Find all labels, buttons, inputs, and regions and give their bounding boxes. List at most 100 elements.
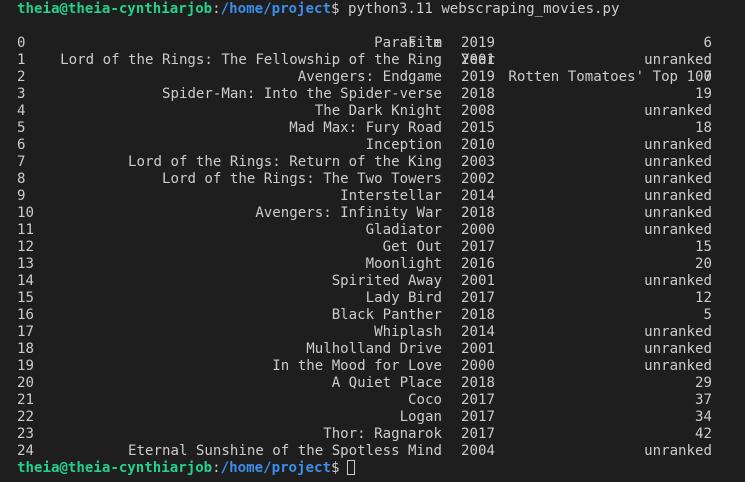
row-film: Interstellar: [340, 188, 442, 204]
table-row: 0 Parasite 2019 6: [17, 35, 717, 52]
table-row: 14 Spirited Away 2001 unranked: [17, 273, 717, 290]
row-film: Lord of the Rings: Return of the King: [128, 154, 442, 170]
row-top100: 18: [695, 120, 712, 136]
row-film: Mad Max: Fury Road: [289, 120, 442, 136]
row-top100: unranked: [644, 188, 712, 204]
table-row: 8 Lord of the Rings: The Two Towers 2002 un…: [17, 171, 717, 188]
row-film: Get Out: [382, 239, 442, 255]
row-top100: 37: [695, 392, 712, 408]
row-film: Whiplash: [374, 324, 442, 340]
row-top100: 20: [695, 256, 712, 272]
row-year: 2017: [461, 239, 495, 255]
row-year: 2018: [461, 86, 495, 102]
row-year: 2016: [461, 256, 495, 272]
prompt-separator: :: [212, 460, 221, 476]
row-year: 2001: [461, 273, 495, 289]
command-prompt-line: theia@theia-cynthiarjob:/home/project$ p…: [17, 1, 620, 18]
row-year: 2017: [461, 392, 495, 408]
prompt-separator: :: [212, 1, 221, 17]
prompt-symbol: $: [330, 460, 340, 476]
row-film: Spider-Man: Into the Spider-verse: [161, 86, 442, 102]
text-cursor[interactable]: [347, 460, 356, 475]
row-top100: unranked: [644, 324, 712, 340]
terminal-panel[interactable]: theia@theia-cynthiarjob:/home/project$ p…: [0, 0, 745, 482]
table-row: 20 A Quiet Place 2018 29: [17, 375, 717, 392]
row-year: 2008: [461, 103, 495, 119]
table-row: 11 Gladiator 2000 unranked: [17, 222, 717, 239]
row-year: 2018: [461, 205, 495, 221]
row-year: 2017: [461, 426, 495, 442]
row-top100: 15: [695, 239, 712, 255]
row-top100: unranked: [644, 137, 712, 153]
row-year: 2001: [461, 341, 495, 357]
row-top100: 7: [703, 69, 713, 85]
row-top100: unranked: [644, 154, 712, 170]
table-row: 17 Whiplash 2014 unranked: [17, 324, 717, 341]
table-row: 23 Thor: Ragnarok 2017 42: [17, 426, 717, 443]
table-row: 13 Moonlight 2016 20: [17, 256, 717, 273]
row-film: In the Mood for Love: [272, 358, 442, 374]
table-row: 7 Lord of the Rings: Return of the King 20…: [17, 154, 717, 171]
row-year: 2017: [461, 290, 495, 306]
table-row: 1 Lord of the Rings: The Fellowship of th…: [17, 52, 717, 69]
prompt-user-host: theia@theia-cynthiarjob: [17, 460, 213, 476]
table-row: 2 Avengers: Endgame 2019 7: [17, 69, 717, 86]
row-year: 2019: [461, 69, 495, 85]
row-year: 2017: [461, 409, 495, 425]
row-film: Coco: [408, 392, 442, 408]
row-film: Parasite: [374, 35, 442, 51]
row-year: 2014: [461, 324, 495, 340]
table-row: 6 Inception 2010 unranked: [17, 137, 717, 154]
row-top100: unranked: [644, 222, 712, 238]
row-top100: unranked: [644, 273, 712, 289]
row-film: Moonlight: [365, 256, 442, 272]
row-top100: 12: [695, 290, 712, 306]
row-film: A Quiet Place: [331, 375, 442, 391]
row-film: Thor: Ragnarok: [323, 426, 442, 442]
row-top100: unranked: [644, 358, 712, 374]
table-row: 10 Avengers: Infinity War 2018 unranked: [17, 205, 717, 222]
row-year: 2000: [461, 358, 495, 374]
row-top100: unranked: [644, 171, 712, 187]
table-row: 21 Coco 2017 37: [17, 392, 717, 409]
row-film: Avengers: Infinity War: [255, 205, 442, 221]
row-top100: 6: [703, 35, 713, 51]
row-top100: unranked: [644, 443, 712, 459]
row-year: 2014: [461, 188, 495, 204]
row-film: Lord of the Rings: The Two Towers: [161, 171, 442, 187]
row-film: Mulholland Drive: [306, 341, 442, 357]
prompt-symbol: $: [330, 1, 340, 17]
table-row: 15 Lady Bird 2017 12: [17, 290, 717, 307]
row-top100: unranked: [644, 205, 712, 221]
row-film: Gladiator: [365, 222, 442, 238]
table-row: 18 Mulholland Drive 2001 unranked: [17, 341, 717, 358]
row-year: 2010: [461, 137, 495, 153]
table-row: 24 Eternal Sunshine of the Spotless Mind 2…: [17, 443, 717, 460]
table-header-row: Film Year Rotten Tomatoes' Top 100: [17, 18, 717, 85]
row-top100: 29: [695, 375, 712, 391]
table-row: 9 Interstellar 2014 unranked: [17, 188, 717, 205]
prompt-line[interactable]: theia@theia-cynthiarjob:/home/project$: [17, 460, 356, 477]
table-row: 16 Black Panther 2018 5: [17, 307, 717, 324]
row-top100: 34: [695, 409, 712, 425]
row-year: 2019: [461, 35, 495, 51]
row-top100: unranked: [644, 52, 712, 68]
table-row: 22 Logan 2017 34: [17, 409, 717, 426]
row-year: 2003: [461, 154, 495, 170]
row-top100: unranked: [644, 341, 712, 357]
row-film: Lord of the Rings: The Fellowship of the…: [60, 52, 442, 68]
row-year: 2018: [461, 307, 495, 323]
row-year: 2001: [461, 52, 495, 68]
row-film: Black Panther: [331, 307, 442, 323]
prompt-path: /home/project: [220, 1, 331, 17]
row-film: Eternal Sunshine of the Spotless Mind: [128, 443, 442, 459]
row-top100: 19: [695, 86, 712, 102]
row-top100: unranked: [644, 103, 712, 119]
row-top100: 5: [703, 307, 713, 323]
row-year: 2018: [461, 375, 495, 391]
row-year: 2015: [461, 120, 495, 136]
table-row: 4 The Dark Knight 2008 unranked: [17, 103, 717, 120]
table-row: 5 Mad Max: Fury Road 2015 18: [17, 120, 717, 137]
row-film: Logan: [399, 409, 442, 425]
table-row: 3 Spider-Man: Into the Spider-verse 2018 19: [17, 86, 717, 103]
